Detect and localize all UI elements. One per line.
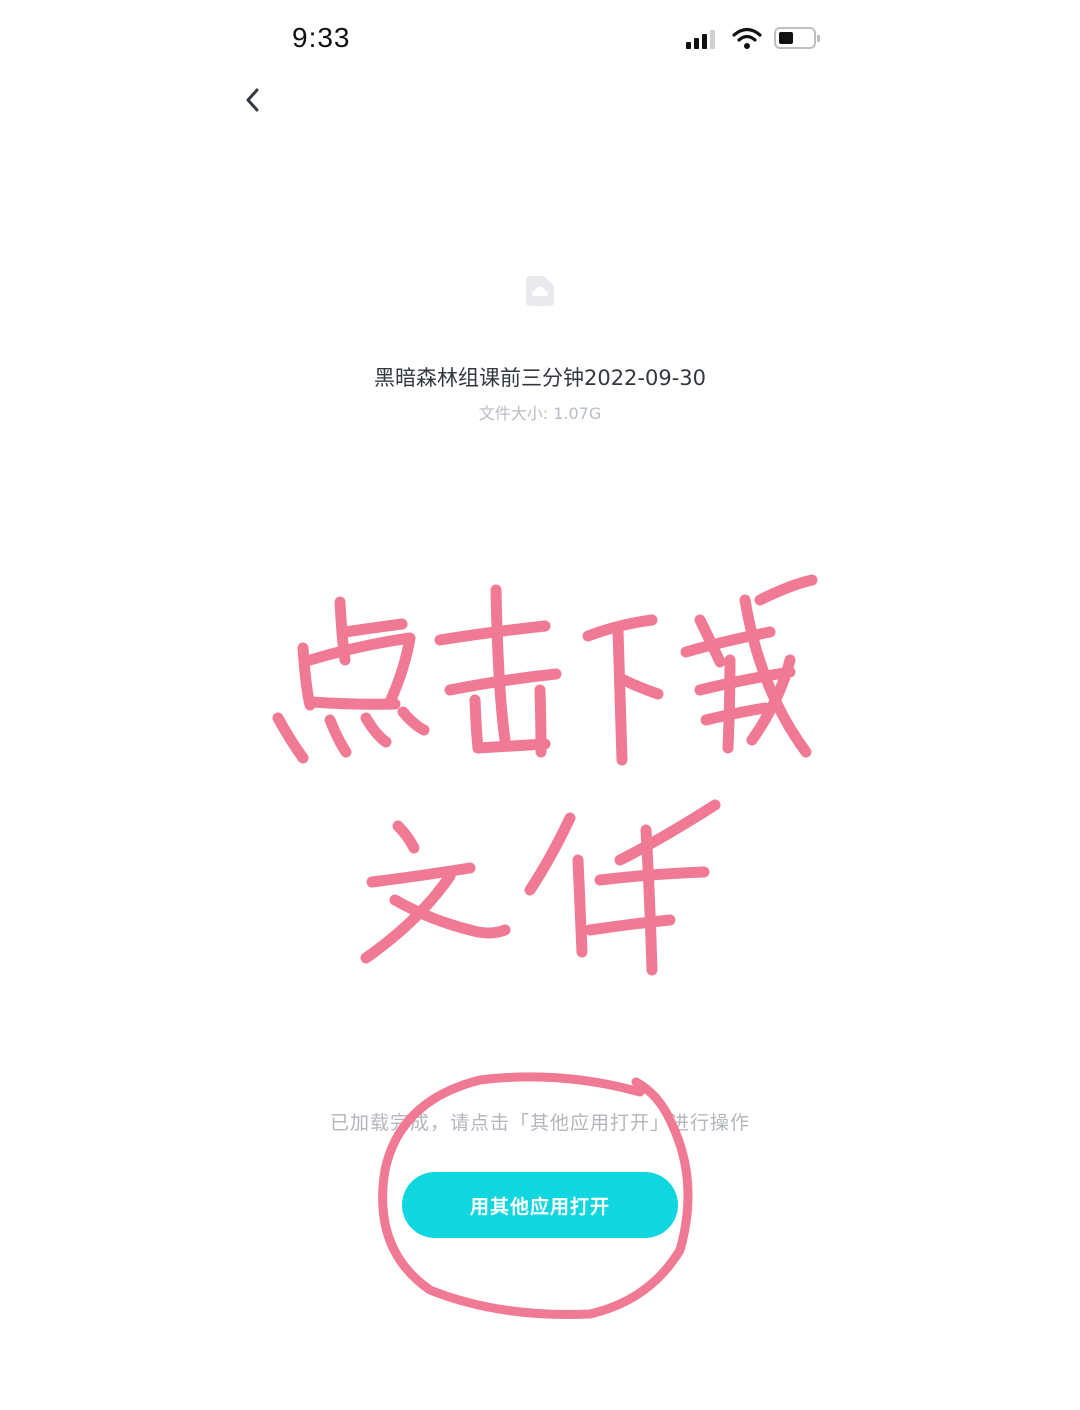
handwritten-char-wen (360, 820, 511, 964)
handwritten-char-zai (680, 574, 818, 758)
status-bar: 9:33 (0, 0, 1080, 78)
open-with-other-app-button[interactable]: 用其他应用打开 (402, 1172, 678, 1238)
status-icons (684, 24, 824, 56)
file-size: 文件大小: 1.07G (478, 404, 602, 423)
loaded-hint: 已加载完成，请点击「其他应用打开」进行操作 (329, 1112, 750, 1134)
wifi-icon (732, 27, 762, 49)
handwritten-char-ji (434, 584, 562, 758)
back-button[interactable] (232, 80, 272, 120)
chevron-left-icon (246, 88, 259, 112)
handwritten-char-xia (582, 614, 664, 766)
file-cloud-icon (526, 276, 554, 306)
signal-icon (686, 30, 715, 49)
handwritten-char-dian (272, 596, 430, 764)
status-time: 9:33 (292, 22, 351, 53)
battery-icon (774, 27, 820, 49)
handwritten-char-jian (524, 799, 721, 976)
file-name: 黑暗森林组课前三分钟2022-09-30 (373, 366, 707, 390)
